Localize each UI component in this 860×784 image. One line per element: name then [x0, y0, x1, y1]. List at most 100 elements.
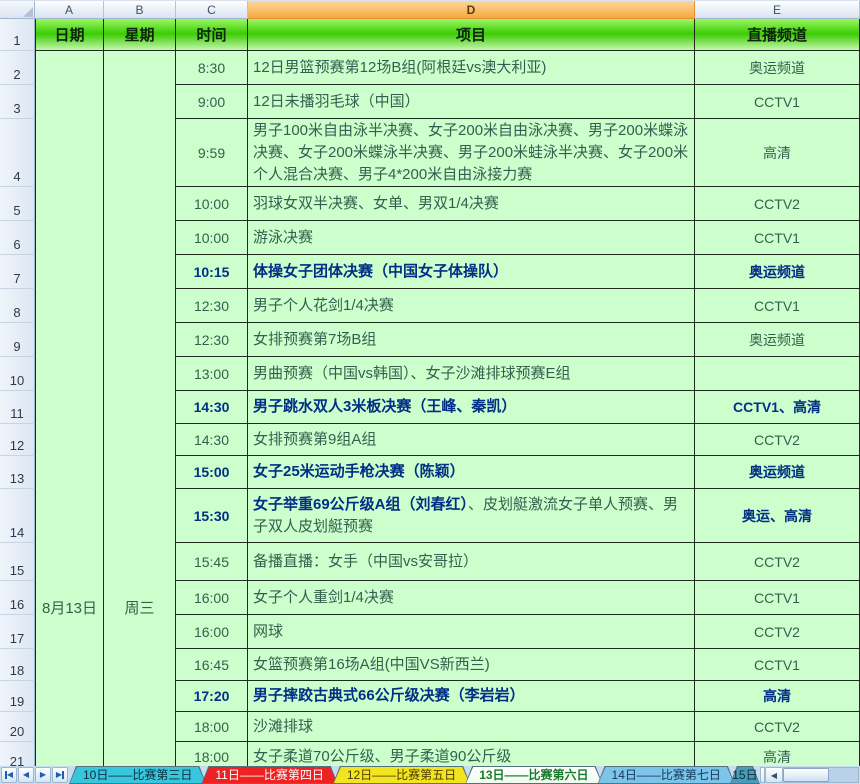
header-cell-date[interactable]: 日期	[36, 19, 104, 51]
row-number[interactable]: 1	[0, 19, 35, 51]
channel-cell[interactable]: 高清	[695, 742, 860, 767]
sheet-tab[interactable]: 10日——比赛第三日	[69, 766, 206, 784]
channel-cell[interactable]: CCTV1	[695, 649, 860, 681]
row-number[interactable]: 21	[0, 742, 35, 767]
event-cell[interactable]: 女子举重69公斤级A组（刘春红）、皮划艇激流女子单人预赛、男子双人皮划艇预赛	[248, 489, 695, 543]
column-header[interactable]: D	[248, 1, 695, 19]
channel-cell[interactable]: 奥运频道	[695, 255, 860, 289]
time-cell[interactable]: 12:30	[176, 289, 248, 323]
event-cell[interactable]: 沙滩排球	[248, 712, 695, 742]
channel-cell[interactable]: CCTV2	[695, 615, 860, 649]
channel-cell[interactable]: CCTV2	[695, 187, 860, 221]
channel-cell[interactable]: CCTV2	[695, 424, 860, 456]
channel-cell[interactable]: 奥运频道	[695, 323, 860, 357]
row-number[interactable]: 14	[0, 489, 35, 543]
event-cell[interactable]: 12日男篮预赛第12场B组(阿根廷vs澳大利亚)	[248, 51, 695, 85]
time-cell[interactable]: 10:00	[176, 221, 248, 255]
event-cell[interactable]: 男子跳水双人3米板决赛（王峰、秦凯）	[248, 391, 695, 424]
row-number[interactable]: 4	[0, 119, 35, 187]
row-number[interactable]: 10	[0, 357, 35, 391]
channel-cell[interactable]: 奥运频道	[695, 456, 860, 489]
header-cell-channel[interactable]: 直播频道	[695, 19, 860, 51]
merged-cell-weekday[interactable]: 周三	[104, 51, 176, 767]
time-cell[interactable]: 12:30	[176, 323, 248, 357]
row-number[interactable]: 11	[0, 391, 35, 424]
event-cell[interactable]: 女排预赛第9组A组	[248, 424, 695, 456]
column-header[interactable]: C	[176, 1, 248, 19]
time-cell[interactable]: 15:00	[176, 456, 248, 489]
time-cell[interactable]: 15:30	[176, 489, 248, 543]
scrollbar-thumb[interactable]	[783, 768, 830, 782]
event-cell[interactable]: 女排预赛第7场B组	[248, 323, 695, 357]
row-number[interactable]: 12	[0, 424, 35, 456]
row-number[interactable]: 3	[0, 85, 35, 119]
event-cell[interactable]: 网球	[248, 615, 695, 649]
time-cell[interactable]: 15:45	[176, 543, 248, 581]
channel-cell[interactable]: CCTV1、高清	[695, 391, 860, 424]
event-cell[interactable]: 12日未播羽毛球（中国）	[248, 85, 695, 119]
time-cell[interactable]: 14:30	[176, 424, 248, 456]
channel-cell[interactable]: 奥运频道	[695, 51, 860, 85]
time-cell[interactable]: 17:20	[176, 681, 248, 712]
header-cell-event[interactable]: 项目	[248, 19, 695, 51]
channel-cell[interactable]: 高清	[695, 119, 860, 187]
event-cell[interactable]: 游泳决赛	[248, 221, 695, 255]
channel-cell[interactable]: CCTV1	[695, 581, 860, 615]
tab-scroll-last-button[interactable]: ▶	[52, 767, 68, 783]
event-cell[interactable]: 男子个人花剑1/4决赛	[248, 289, 695, 323]
time-cell[interactable]: 16:00	[176, 581, 248, 615]
row-number[interactable]: 17	[0, 615, 35, 649]
scrollbar-track[interactable]	[783, 767, 859, 783]
column-header[interactable]: A	[35, 1, 104, 19]
row-number[interactable]: 8	[0, 289, 35, 323]
event-cell[interactable]: 男子摔跤古典式66公斤级决赛（李岩岩）	[248, 681, 695, 712]
row-number[interactable]: 2	[0, 51, 35, 85]
tab-scroll-next-button[interactable]: ▶	[35, 767, 51, 783]
time-cell[interactable]: 18:00	[176, 712, 248, 742]
channel-cell[interactable]: CCTV1	[695, 221, 860, 255]
column-header[interactable]: E	[695, 1, 860, 19]
channel-cell[interactable]: CCTV1	[695, 85, 860, 119]
merged-cell-date[interactable]: 8月13日	[36, 51, 104, 767]
channel-cell[interactable]: CCTV2	[695, 543, 860, 581]
time-cell[interactable]: 9:59	[176, 119, 248, 187]
row-number[interactable]: 7	[0, 255, 35, 289]
row-number[interactable]: 13	[0, 456, 35, 489]
event-cell[interactable]: 男曲预赛（中国vs韩国）、女子沙滩排球预赛E组	[248, 357, 695, 391]
header-cell-time[interactable]: 时间	[176, 19, 248, 51]
row-number[interactable]: 20	[0, 712, 35, 742]
time-cell[interactable]: 8:30	[176, 51, 248, 85]
row-number[interactable]: 19	[0, 681, 35, 712]
event-cell[interactable]: 女篮预赛第16场A组(中国VS新西兰)	[248, 649, 695, 681]
time-cell[interactable]: 18:00	[176, 742, 248, 767]
tab-scroll-prev-button[interactable]: ◀	[18, 767, 34, 783]
row-number[interactable]: 6	[0, 221, 35, 255]
event-cell[interactable]: 男子100米自由泳半决赛、女子200米自由泳决赛、男子200米蝶泳决赛、女子20…	[248, 119, 695, 187]
channel-cell[interactable]: 高清	[695, 681, 860, 712]
row-number[interactable]: 16	[0, 581, 35, 615]
row-number[interactable]: 5	[0, 187, 35, 221]
time-cell[interactable]: 16:45	[176, 649, 248, 681]
event-cell[interactable]: 羽球女双半决赛、女单、男双1/4决赛	[248, 187, 695, 221]
time-cell[interactable]: 13:00	[176, 357, 248, 391]
channel-cell[interactable]: CCTV1	[695, 289, 860, 323]
row-number[interactable]: 9	[0, 323, 35, 357]
time-cell[interactable]: 10:15	[176, 255, 248, 289]
row-number[interactable]: 15	[0, 543, 35, 581]
sheet-tab[interactable]: 11日——比赛第四日	[201, 766, 337, 784]
header-cell-weekday[interactable]: 星期	[104, 19, 176, 51]
tab-scroll-first-button[interactable]: ◀	[1, 767, 17, 783]
event-cell[interactable]: 女子柔道70公斤级、男子柔道90公斤级	[248, 742, 695, 767]
channel-cell[interactable]	[695, 357, 860, 391]
time-cell[interactable]: 10:00	[176, 187, 248, 221]
event-cell[interactable]: 女子25米运动手枪决赛（陈颖）	[248, 456, 695, 489]
time-cell[interactable]: 14:30	[176, 391, 248, 424]
time-cell[interactable]: 16:00	[176, 615, 248, 649]
column-header[interactable]: B	[104, 1, 176, 19]
channel-cell[interactable]: CCTV2	[695, 712, 860, 742]
select-all-button[interactable]	[0, 1, 35, 19]
event-cell[interactable]: 备播直播：女手（中国vs安哥拉）	[248, 543, 695, 581]
sheet-tab[interactable]: 13日——比赛第六日	[465, 766, 602, 784]
sheet-tab[interactable]: 14日——比赛第七日	[598, 766, 735, 784]
scroll-left-button[interactable]: ◀	[765, 767, 783, 783]
